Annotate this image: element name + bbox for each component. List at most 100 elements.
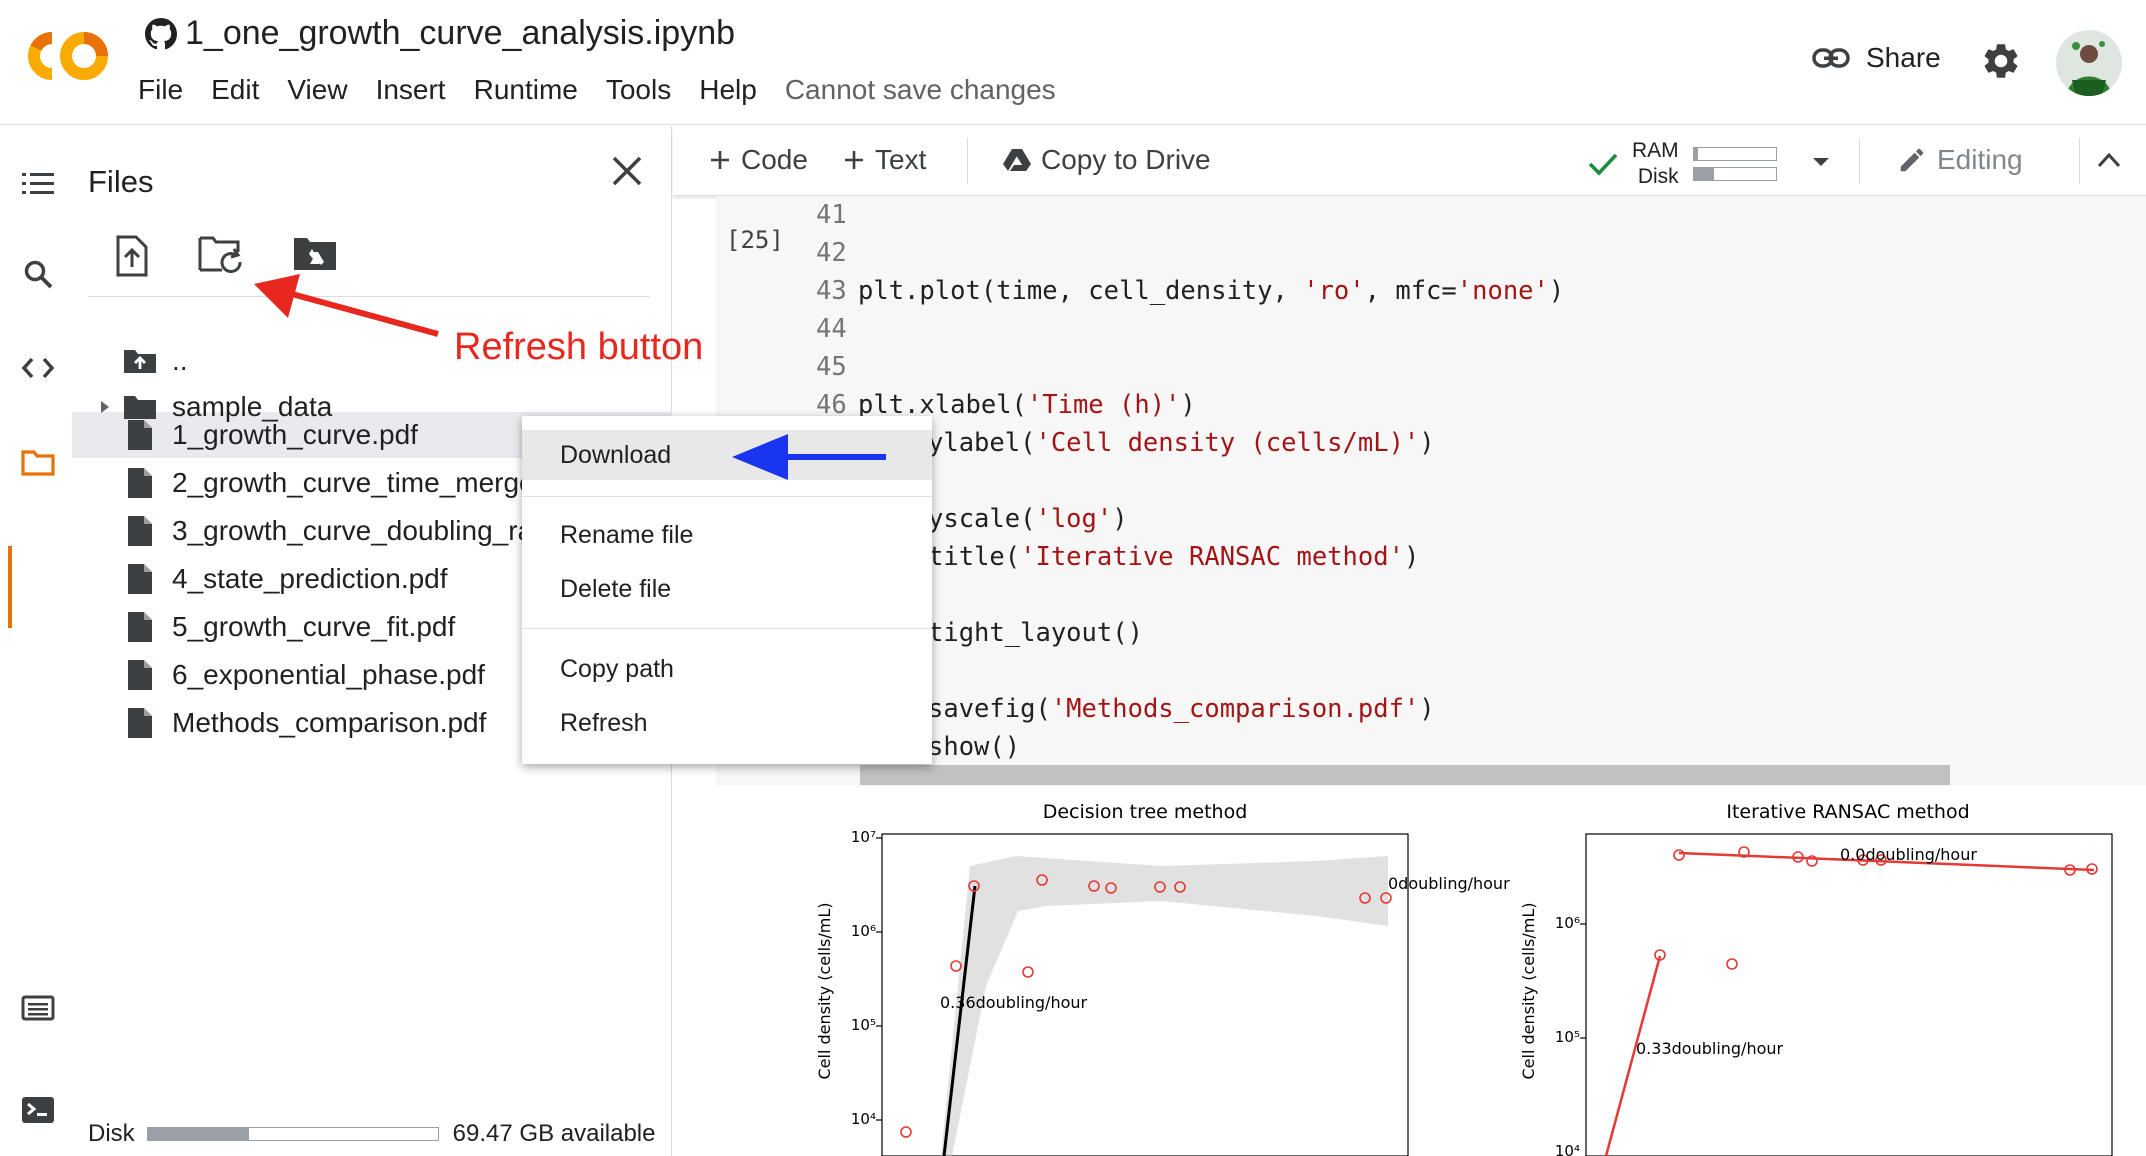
refresh-folder-icon[interactable] — [198, 234, 246, 274]
notebook-toolbar: Code Text Copy to Drive RAM Disk Editing — [673, 126, 2146, 196]
menu-item-copy-path[interactable]: Copy path — [522, 644, 932, 694]
parent-directory-row[interactable]: .. — [122, 338, 188, 384]
code-line[interactable]: title('Iterative RANSAC method') — [928, 538, 1419, 576]
code-line[interactable]: 41 — [816, 196, 858, 234]
line-number: 42 — [816, 238, 847, 268]
menu-file[interactable]: File — [138, 74, 197, 106]
code-text: ) — [1180, 390, 1196, 420]
file-row[interactable]: 4_state_prediction.pdf — [122, 556, 448, 602]
resources-indicator[interactable]: RAM Disk — [1588, 138, 1777, 190]
file-row[interactable]: Methods_comparison.pdf — [122, 700, 486, 746]
plot-frame — [1585, 833, 2113, 1156]
code-line[interactable]: ylabel('Cell density (cells/mL)') — [928, 424, 1435, 462]
notebook-title-text[interactable]: 1_one_growth_curve_analysis.ipynb — [185, 14, 735, 53]
menu-divider — [522, 628, 932, 629]
file-name: Methods_comparison.pdf — [172, 707, 487, 738]
code-text: title( — [928, 542, 1021, 572]
code-text: savefig( — [928, 694, 1051, 724]
link-icon — [1812, 48, 1850, 68]
menu-item-delete-file[interactable]: Delete file — [522, 564, 932, 614]
file-row[interactable]: 6_exponential_phase.pdf — [122, 652, 485, 698]
code-text: ) — [1419, 694, 1435, 724]
code-line[interactable]: show() — [928, 728, 1020, 766]
share-button[interactable]: Share — [1812, 42, 1941, 74]
y-tick-label: 10⁵ — [1555, 1028, 1580, 1046]
file-icon — [122, 659, 158, 691]
toolbar-separator — [1859, 138, 1860, 184]
cannot-save-notice[interactable]: Cannot save changes — [771, 74, 1070, 106]
mount-drive-icon[interactable] — [292, 234, 338, 272]
menu-tools[interactable]: Tools — [592, 74, 685, 106]
menu-item-rename-file[interactable]: Rename file — [522, 510, 932, 560]
expand-caret-icon[interactable] — [88, 399, 122, 415]
code-string: 'Methods_comparison.pdf' — [1050, 694, 1420, 724]
chevron-down-icon[interactable] — [1811, 156, 1831, 168]
file-row[interactable]: 5_growth_curve_fit.pdf — [122, 604, 455, 650]
drive-icon — [1003, 149, 1031, 171]
code-line[interactable]: savefig('Methods_comparison.pdf') — [928, 690, 1435, 728]
line-number: 44 — [816, 314, 847, 344]
toolbar-separator — [2079, 138, 2080, 184]
menu-runtime[interactable]: Runtime — [460, 74, 592, 106]
code-line[interactable]: tight_layout() — [928, 614, 1143, 652]
code-text: plt.plot(time, cell_density, — [858, 276, 1304, 306]
code-line[interactable]: 45 — [816, 348, 858, 386]
code-text: tight_layout() — [928, 618, 1143, 648]
code-line[interactable]: 42 — [816, 234, 858, 272]
pencil-icon — [1900, 148, 1924, 172]
user-avatar[interactable] — [2056, 30, 2122, 96]
file-row[interactable]: 1_growth_curve.pdf — [122, 412, 418, 458]
upload-file-icon[interactable] — [112, 234, 152, 278]
resource-bars — [1692, 141, 1777, 187]
code-line[interactable]: 44 — [816, 310, 858, 348]
y-tick-label: 10⁴ — [1555, 1142, 1580, 1156]
parent-directory-label: .. — [172, 345, 188, 376]
add-text-button[interactable]: Text — [843, 144, 926, 176]
search-icon[interactable] — [18, 254, 58, 294]
menu-edit[interactable]: Edit — [197, 74, 273, 106]
data-point — [900, 1126, 912, 1138]
menu-bar: File Edit View Insert Runtime Tools Help… — [138, 74, 1070, 106]
annotation-label: 0.0doubling/hour — [1840, 845, 1977, 864]
add-code-button[interactable]: Code — [709, 144, 808, 176]
disk-label: Disk — [88, 1120, 135, 1147]
command-palette-icon[interactable] — [18, 988, 58, 1028]
close-icon[interactable] — [610, 154, 644, 188]
code-text: ) — [1112, 504, 1128, 534]
code-text: , mfc= — [1364, 276, 1457, 306]
file-name: 4_state_prediction.pdf — [172, 563, 448, 594]
code-text: show() — [928, 732, 1021, 762]
menu-insert[interactable]: Insert — [362, 74, 460, 106]
data-point — [1022, 966, 1034, 978]
add-text-label: Text — [875, 144, 927, 175]
add-code-label: Code — [741, 144, 808, 175]
menu-help[interactable]: Help — [685, 74, 771, 106]
left-rail — [0, 126, 72, 1156]
colab-logo[interactable] — [22, 26, 112, 86]
terminal-icon[interactable] — [18, 1090, 58, 1130]
code-line[interactable]: yscale('log') — [928, 500, 1128, 538]
table-of-contents-icon[interactable] — [18, 164, 58, 204]
chevron-up-icon[interactable] — [2097, 152, 2121, 168]
copy-to-drive-label: Copy to Drive — [1041, 144, 1211, 175]
disk-usage-footer: Disk 69.47 GB available — [88, 1120, 655, 1148]
menu-item-refresh[interactable]: Refresh — [522, 698, 932, 748]
disk-usage-fill — [147, 1128, 250, 1140]
y-tick-label: 10⁷ — [851, 828, 876, 846]
output-figure: Decision tree method 0doubling/hour 0.36… — [815, 801, 2113, 1156]
annotation-label: 0.36doubling/hour — [940, 993, 1088, 1012]
file-icon — [122, 467, 158, 499]
horizontal-scrollbar[interactable] — [860, 765, 1950, 785]
notebook-title[interactable]: 1_one_growth_curve_analysis.ipynb — [145, 14, 735, 53]
folder-icon[interactable] — [18, 442, 58, 482]
copy-to-drive-button[interactable]: Copy to Drive — [1003, 144, 1211, 176]
menu-view[interactable]: View — [273, 74, 361, 106]
y-axis-label: Cell density (cells/mL) — [815, 903, 834, 1080]
code-line[interactable]: 43 plt.plot(time, cell_density, 'ro', mfc… — [816, 272, 1564, 310]
editing-mode-button[interactable]: Editing — [1897, 144, 2023, 176]
code-snippets-icon[interactable] — [18, 348, 58, 388]
toolbar-separator — [967, 138, 968, 184]
plus-icon — [711, 151, 729, 169]
gear-icon[interactable] — [1980, 40, 2022, 82]
menu-item-download[interactable]: Download — [522, 430, 932, 480]
